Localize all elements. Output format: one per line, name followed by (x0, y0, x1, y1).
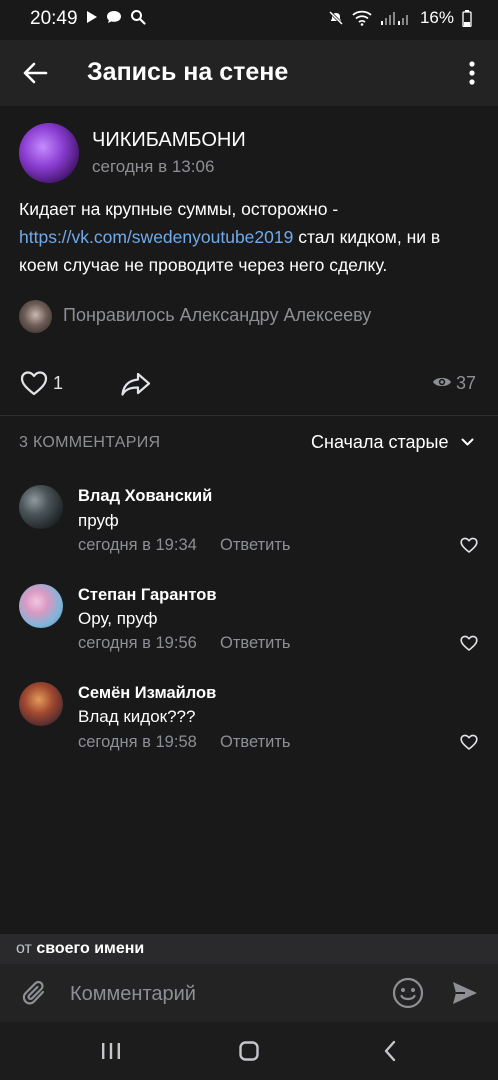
wifi-icon (352, 10, 372, 26)
signal-icon (380, 12, 408, 25)
status-system-icons: 16% (328, 8, 472, 28)
eye-icon (433, 377, 451, 387)
paperclip-icon[interactable] (22, 979, 48, 1009)
share-icon[interactable] (120, 371, 152, 397)
liked-by-avatar[interactable] (19, 300, 52, 333)
comment-like-icon[interactable] (460, 734, 478, 750)
more-vertical-icon[interactable] (468, 60, 476, 86)
reply-button[interactable]: Ответить (220, 634, 291, 653)
comment-like-icon[interactable] (460, 537, 478, 553)
back-arrow-icon[interactable] (22, 60, 48, 86)
send-icon[interactable] (451, 979, 479, 1007)
search-icon (131, 10, 146, 25)
chevron-down-icon[interactable] (461, 438, 474, 447)
status-time: 20:49 (30, 8, 78, 29)
liked-by-text[interactable]: Понравилось Александру Алексееву (63, 305, 371, 326)
identity-prefix: от (16, 940, 32, 957)
comment-text: пруф (78, 511, 119, 530)
comment-text: Ору, пруф (78, 609, 158, 628)
post-time: сегодня в 13:06 (92, 157, 215, 176)
divider (0, 415, 498, 416)
home-icon[interactable] (239, 1041, 259, 1061)
comment-author[interactable]: Семён Измайлов (78, 684, 216, 703)
emoji-icon[interactable] (392, 977, 424, 1009)
reply-button[interactable]: Ответить (220, 733, 291, 752)
comment-time: сегодня в 19:56 (78, 634, 197, 652)
sort-dropdown[interactable]: Сначала старые (311, 432, 448, 453)
play-icon (87, 11, 97, 23)
post-text-start: Кидает на крупные суммы, осторожно - (19, 199, 339, 219)
comment-avatar[interactable] (19, 682, 63, 726)
comment-avatar[interactable] (19, 485, 63, 529)
app-header: Запись на стене (0, 40, 498, 106)
battery-icon (462, 9, 472, 27)
comment-text: Влад кидок??? (78, 707, 196, 726)
post-link[interactable]: https://vk.com/swedenyoutube2019 (19, 227, 293, 247)
views-count: 37 (456, 373, 477, 393)
group-avatar[interactable] (19, 123, 79, 183)
post-text: Кидает на крупные суммы, осторожно - htt… (19, 195, 481, 279)
comment-time: сегодня в 19:58 (78, 733, 197, 751)
chat-icon (107, 11, 121, 23)
like-count: 1 (53, 373, 64, 393)
battery-percentage: 16% (419, 8, 454, 27)
back-icon[interactable] (383, 1040, 397, 1062)
heart-icon[interactable] (20, 370, 48, 396)
comment-author[interactable]: Степан Гарантов (78, 586, 217, 605)
comment-identity[interactable]: от своего имени (16, 940, 144, 958)
recent-apps-icon[interactable] (100, 1042, 122, 1060)
status-notification-icons (86, 9, 146, 25)
reply-button[interactable]: Ответить (220, 536, 291, 555)
page-title: Запись на стене (87, 58, 289, 86)
group-name[interactable]: ЧИКИБАМБОНИ (92, 129, 246, 152)
comment-author[interactable]: Влад Хованский (78, 487, 212, 506)
comments-count: 3 КОММЕНТАРИЯ (19, 434, 161, 451)
comment-input[interactable] (70, 980, 370, 1008)
comment-avatar[interactable] (19, 584, 63, 628)
mute-icon (328, 10, 344, 26)
comment-time: сегодня в 19:34 (78, 536, 197, 554)
comment-like-icon[interactable] (460, 635, 478, 651)
identity-name[interactable]: своего имени (36, 940, 144, 957)
